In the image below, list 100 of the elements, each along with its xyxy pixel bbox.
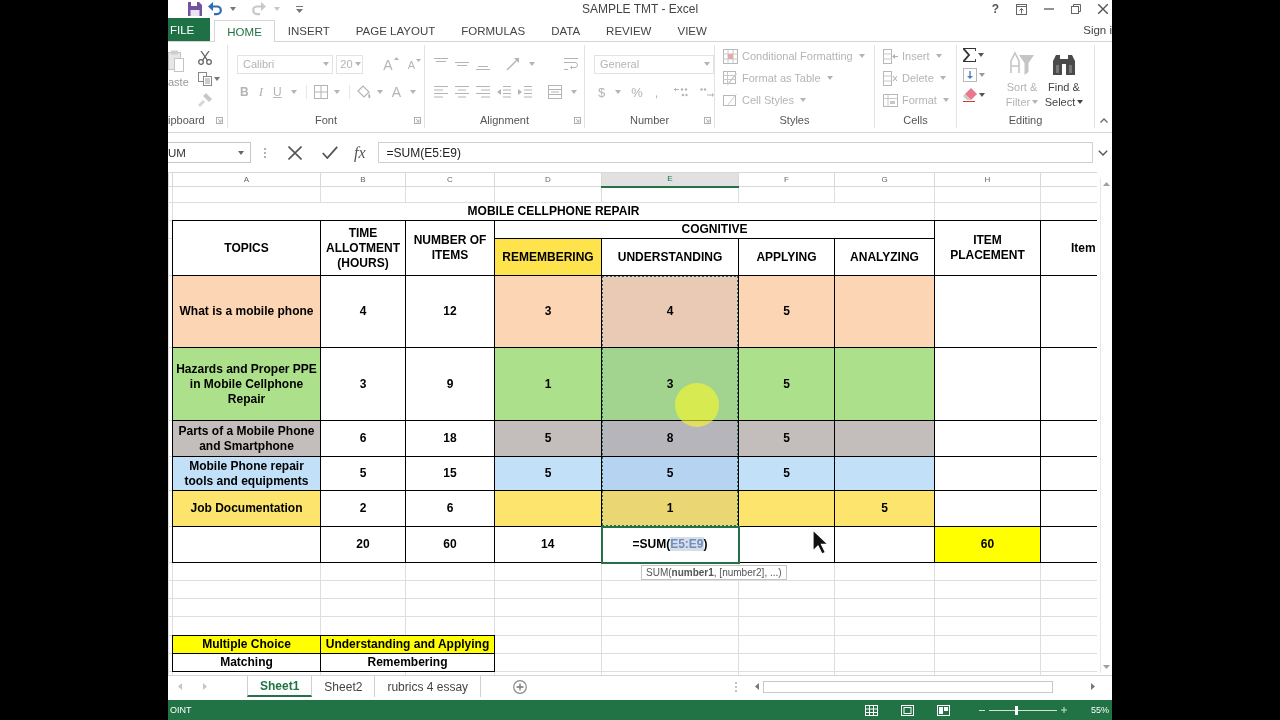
file-tab[interactable]: FILE xyxy=(168,18,211,41)
ribbon-tab[interactable]: FORMULAS xyxy=(448,20,539,41)
column-header[interactable]: D xyxy=(494,172,602,187)
formula-input[interactable]: =SUM(E5:E9) xyxy=(377,142,1093,163)
sheet-tab[interactable]: rubrics 4 essay xyxy=(375,676,482,697)
column-header[interactable]: A xyxy=(172,172,321,187)
chevron-up-icon[interactable] xyxy=(1099,118,1108,123)
horizontal-scrollbar[interactable] xyxy=(753,679,1097,694)
sigma-icon[interactable] xyxy=(963,48,976,62)
ribbon-tab[interactable]: REVIEW xyxy=(593,20,665,41)
caret-icon[interactable] xyxy=(230,7,236,11)
caret-up-icon xyxy=(393,57,399,60)
table-cell: 3 xyxy=(320,347,406,421)
corner-arrow-icon[interactable] xyxy=(704,116,711,124)
plus-circle-icon[interactable] xyxy=(513,679,528,694)
group-label: Font xyxy=(315,114,337,126)
caret-icon[interactable] xyxy=(238,150,244,155)
align-center-icon[interactable] xyxy=(455,86,469,98)
table-cell: 5 xyxy=(738,347,835,421)
ribbon-tab[interactable]: INSERT xyxy=(274,20,343,41)
up-triangle-icon[interactable] xyxy=(1103,182,1110,186)
corner-arrow-icon[interactable] xyxy=(414,116,421,124)
caret-icon xyxy=(935,54,942,58)
editing-cell[interactable]: =SUM(E5:E9) xyxy=(601,526,739,563)
increase-decimal-icon[interactable] xyxy=(674,87,689,97)
down-triangle-icon[interactable] xyxy=(1103,665,1110,669)
function-tooltip: SUM(number1, [number2], ...) xyxy=(641,565,787,580)
increase-indent-icon[interactable] xyxy=(518,86,532,98)
column-header[interactable]: E xyxy=(601,172,739,187)
sign-in-link[interactable]: Sign i xyxy=(1083,18,1112,41)
cancel-icon[interactable] xyxy=(288,145,302,160)
ribbon-tab[interactable]: VIEW xyxy=(664,20,720,41)
caret-icon[interactable] xyxy=(979,93,985,97)
ribbon-tab[interactable]: DATA xyxy=(538,20,594,41)
corner-arrow-icon[interactable] xyxy=(574,116,581,124)
right-triangle-icon[interactable] xyxy=(1091,683,1095,690)
left-triangle-icon[interactable] xyxy=(755,683,759,690)
save-icon[interactable] xyxy=(188,2,202,16)
align-right-icon[interactable] xyxy=(476,86,490,98)
name-box[interactable]: UM xyxy=(168,142,251,163)
diagonal-arrow-icon[interactable] xyxy=(506,57,520,71)
down-arrow-box-icon[interactable] xyxy=(963,68,977,82)
group-label: Cells xyxy=(903,114,928,126)
minus-icon[interactable] xyxy=(979,709,985,711)
help-button[interactable]: ? xyxy=(991,2,999,16)
header-cell: COGNITIVE xyxy=(494,220,935,239)
paste-button[interactable]: aste xyxy=(168,45,190,88)
chevron-down-icon[interactable] xyxy=(1098,149,1108,156)
ribbon-button[interactable]: Find & Select xyxy=(1043,45,1085,110)
sort-filter-icon xyxy=(1009,51,1035,77)
merge-cells-icon[interactable] xyxy=(548,85,562,99)
brush-icon[interactable] xyxy=(198,93,212,107)
decrease-indent-icon[interactable] xyxy=(497,86,511,98)
table-brush-icon xyxy=(723,70,738,86)
window-title: SAMPLE TMT - Excel xyxy=(581,2,699,16)
insert-function-button[interactable]: fx xyxy=(354,143,366,162)
ribbon-tab[interactable]: PAGE LAYOUT xyxy=(342,20,449,41)
checkmark-icon[interactable] xyxy=(322,146,338,159)
paint-bucket-icon[interactable] xyxy=(356,85,371,99)
header-cell: TOPICS xyxy=(172,220,321,276)
caret-icon[interactable] xyxy=(214,77,220,81)
column-header[interactable]: C xyxy=(405,172,495,187)
format-cells-icon xyxy=(883,92,898,108)
column-header[interactable]: G xyxy=(834,172,935,187)
restore-icon[interactable] xyxy=(1071,4,1081,14)
close-icon[interactable] xyxy=(1098,4,1108,14)
borders-icon[interactable] xyxy=(313,85,328,99)
group-label: Editing xyxy=(1008,114,1043,126)
scrollbar-thumb[interactable] xyxy=(763,680,1053,693)
redo-icon[interactable] xyxy=(252,2,266,16)
table-cell: Mobile Phone repair tools and equipments xyxy=(172,456,321,491)
grid-view-icon[interactable] xyxy=(865,704,878,716)
column-header[interactable]: F xyxy=(738,172,835,187)
eraser-icon[interactable] xyxy=(963,88,977,102)
decrease-decimal-icon[interactable] xyxy=(700,87,715,97)
customize-icon[interactable] xyxy=(296,5,303,13)
table-cell: 1 xyxy=(494,347,602,421)
undo-icon[interactable] xyxy=(208,2,222,16)
corner-arrow-icon[interactable] xyxy=(216,116,223,124)
wrap-text-icon[interactable] xyxy=(564,57,578,71)
zoom-level-button[interactable]: 55% xyxy=(1091,705,1109,715)
align-left-icon[interactable] xyxy=(434,86,448,98)
table-cell: 1 xyxy=(601,490,739,527)
table-cell: 2 xyxy=(320,490,406,527)
plus-icon[interactable] xyxy=(1061,707,1067,713)
sheet-tab[interactable]: Sheet1 xyxy=(247,676,313,697)
vertical-scrollbar[interactable] xyxy=(1100,178,1112,673)
page-layout-icon[interactable] xyxy=(901,704,914,716)
page-break-icon[interactable] xyxy=(937,704,950,716)
insert-cells-icon xyxy=(883,48,898,64)
ribbon-display-icon[interactable] xyxy=(1016,3,1027,15)
sheet-tab[interactable]: Sheet2 xyxy=(312,676,376,697)
scissors-icon[interactable] xyxy=(198,51,212,65)
copy-icon[interactable] xyxy=(198,72,212,86)
slider-thumb[interactable] xyxy=(1015,705,1019,715)
caret-icon[interactable] xyxy=(978,53,984,57)
group-label: ipboard xyxy=(168,114,205,126)
ribbon-tab[interactable]: HOME xyxy=(214,20,275,42)
column-header[interactable]: H xyxy=(934,172,1041,187)
column-header[interactable]: B xyxy=(320,172,406,187)
